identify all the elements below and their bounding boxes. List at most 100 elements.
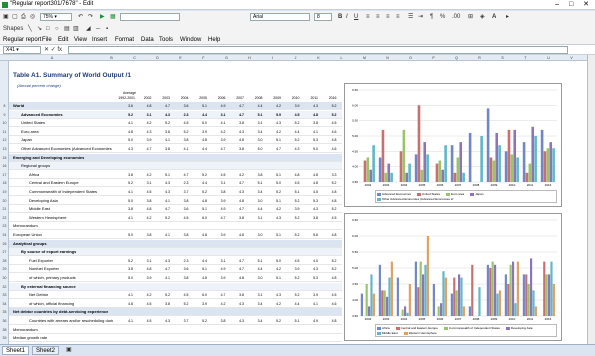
row-number[interactable]: 24 [0,231,9,239]
table-cell[interactable]: 4.5 [286,111,300,119]
bar[interactable] [516,157,519,182]
row-number[interactable]: 10 [0,119,9,127]
table-cell[interactable]: 3.8 [156,300,170,308]
underline-icon[interactable]: U [354,12,358,22]
row-number[interactable]: 28 [0,257,9,265]
table-cell[interactable]: 5.1 [193,102,207,110]
bar[interactable] [512,261,515,316]
bar[interactable] [530,258,533,316]
bar[interactable] [534,306,537,316]
table-cell[interactable]: 4.8 [304,111,318,119]
table-cell[interactable]: 4.1 [156,136,170,144]
bar[interactable] [368,306,371,316]
row-number[interactable]: 26 [0,240,9,248]
table-cell[interactable]: 3.8 [138,197,152,205]
bar[interactable] [378,157,382,182]
table-cell[interactable]: 3.9 [212,136,226,144]
table-cell[interactable]: 5.0 [304,145,318,153]
bar[interactable] [540,129,544,182]
menu-view[interactable]: View [74,36,87,44]
table-cell[interactable]: 3.4 [249,188,263,196]
fill-color-icon[interactable]: ◈ [480,12,485,22]
bar[interactable] [468,132,472,182]
bar[interactable] [552,284,555,316]
table-cell[interactable]: 5.2 [156,214,170,222]
table-cell[interactable]: 4.8 [193,274,207,282]
table-cell[interactable]: 3.8 [230,145,244,153]
table-row[interactable]: Other Advanced Economies (Advanced Econo… [9,145,342,153]
table-cell[interactable]: 4.6 [323,145,337,153]
bar[interactable] [422,274,425,316]
bar[interactable] [486,264,489,316]
bar[interactable] [486,108,490,182]
table-cell[interactable]: 5.0 [119,231,133,239]
bar[interactable] [396,277,399,316]
table-cell[interactable]: 5.2 [323,205,337,213]
table-cell[interactable]: 5.0 [119,274,133,282]
table-cell[interactable]: 4.8 [323,188,337,196]
bar[interactable] [456,157,460,182]
list-icon[interactable]: ☰ [408,12,413,22]
table-cell[interactable]: 4.3 [304,265,318,273]
bar[interactable] [459,142,463,182]
bar[interactable] [417,105,421,182]
table-cell[interactable]: 3.3 [323,171,337,179]
row-number[interactable]: 27 [0,248,9,256]
table-cell[interactable]: 4.6 [323,128,337,136]
bold-icon[interactable]: B [338,12,342,22]
bar[interactable] [369,169,373,182]
table-cell[interactable]: 4.5 [175,214,189,222]
table-cell[interactable]: 5.1 [193,265,207,273]
table-cell[interactable]: 4.7 [230,102,244,110]
row-number[interactable]: 16 [0,162,9,170]
table-cell[interactable]: 4.7 [230,111,244,119]
bar[interactable] [462,306,465,316]
table-cell[interactable]: 4.5 [304,188,318,196]
table-cell[interactable]: 4.8 [304,171,318,179]
table-cell[interactable]: 4.2 [212,300,226,308]
bar[interactable] [381,129,385,182]
table-cell[interactable]: 4.2 [212,128,226,136]
bar[interactable] [408,163,411,182]
row-number[interactable]: 9 [0,111,9,119]
table-row[interactable]: of which, primary products 5.0 3.9 4.1 3.8 4.… [9,274,342,282]
font-size-select[interactable]: 8 [314,13,332,21]
bar[interactable] [543,151,547,182]
table-cell[interactable]: 4.2 [138,119,152,127]
menu-file[interactable]: File [42,36,52,44]
table-cell[interactable]: 5.2 [267,317,281,325]
bar[interactable] [453,172,457,182]
table-cell[interactable]: 4.4 [249,102,263,110]
bar[interactable] [435,163,439,182]
table-cell[interactable]: 4.3 [230,188,244,196]
table-cell[interactable]: 4.5 [286,179,300,187]
table-cell[interactable]: 3.1 [138,111,152,119]
table-row[interactable]: World 3.6 4.8 4.7 3.6 5.1 4.9 4.7 4.4 4.2 3.9 4.3 5.… [9,102,342,110]
table-cell[interactable]: 3.0 [249,231,263,239]
bar[interactable] [492,160,496,182]
table-cell[interactable]: 5.0 [267,179,281,187]
menu-help[interactable]: Help [208,36,220,44]
bar[interactable] [363,160,367,182]
table-cell[interactable]: 4.3 [230,317,244,325]
arrow-icon[interactable]: ↘ [37,24,42,34]
table-cell[interactable]: 5.1 [286,188,300,196]
table-cell[interactable]: 4.8 [323,197,337,205]
table-cell[interactable]: 3.6 [175,102,189,110]
shapes-menu[interactable]: Shapes [3,24,23,34]
bar[interactable] [402,129,406,182]
bar[interactable] [525,274,528,316]
bar[interactable] [496,293,499,316]
table-cell[interactable]: 4.3 [119,145,133,153]
table-cell[interactable]: 5.2 [286,197,300,205]
bar[interactable] [444,277,447,316]
row-number[interactable]: 19 [0,188,9,196]
table-cell[interactable]: 4.1 [119,119,133,127]
table-cell[interactable]: 5.1 [267,274,281,282]
font-color-icon[interactable]: A [492,12,496,22]
table-cell[interactable]: 4.2 [267,102,281,110]
table-row[interactable]: Japan 5.0 3.9 4.1 3.8 4.8 3.9 4.8 3.0 5.1 5.2 5.3 4.… [9,136,342,145]
table-cell[interactable]: 4.2 [230,171,244,179]
table-cell[interactable]: 5.1 [267,197,281,205]
align-right-icon[interactable]: ≡ [386,12,390,22]
